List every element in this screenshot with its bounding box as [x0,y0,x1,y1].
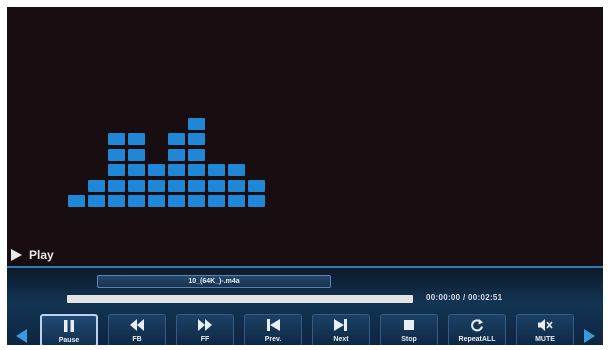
control-panel: 10_(64K_)-.m4a 00:00:00 / 00:02:51 Pause… [7,266,603,345]
visualizer-block [248,195,265,207]
mute-button[interactable]: MUTE [516,314,574,345]
play-status-label: Play [29,248,54,262]
visualizer-block [108,148,125,161]
visualizer-block [168,133,185,145]
visualizer-block [188,179,205,192]
visualizer-block [128,133,145,145]
play-status: Play [11,246,54,264]
next-icon [313,318,369,332]
fast-backward-icon [109,318,165,332]
visualizer-block [148,195,165,207]
media-player: Play 10_(64K_)-.m4a 00:00:00 / 00:02:51 … [7,7,603,345]
visualizer-block [208,164,225,176]
visualizer-block [168,164,185,176]
scroll-right-arrow-icon[interactable] [584,329,595,343]
play-icon [11,249,22,261]
visualizer-block [168,148,185,161]
stop-button[interactable]: Stop [380,314,438,345]
repeat-all-button[interactable]: RepeatALL [448,314,506,345]
previous-icon [245,318,301,332]
visualizer-block [108,164,125,176]
visualizer-block [108,133,125,145]
file-name-label: 10_(64K_)-.m4a [97,275,331,288]
visualizer-block [88,195,105,207]
repeat-icon [449,318,505,332]
previous-button[interactable]: Prev. [244,314,302,345]
visualizer-block [188,164,205,176]
visualizer-block [128,164,145,176]
visualizer-block [68,195,85,207]
visualizer-block [108,179,125,192]
time-display: 00:00:00 / 00:02:51 [426,293,503,302]
fast-backward-button-label: FB [132,336,142,343]
fast-forward-button[interactable]: FF [176,314,234,345]
fast-forward-button-label: FF [200,336,210,343]
visualizer-block [188,148,205,161]
visualizer-block [168,195,185,207]
visualizer-block [188,133,205,145]
pause-icon [42,319,96,333]
visualizer-block [228,195,245,207]
previous-button-label: Prev. [264,336,282,343]
visualizer-block [128,179,145,192]
visualizer-block [188,195,205,207]
scroll-left-arrow-icon[interactable] [16,329,27,343]
visualizer-block [148,164,165,176]
visualizer-block [188,117,205,130]
fast-forward-icon [177,318,233,332]
visualizer-block [128,195,145,207]
fast-backward-button[interactable]: FB [108,314,166,345]
pause-button[interactable]: Pause [40,314,98,345]
audio-visualizer [7,7,603,237]
visualizer-block [208,195,225,207]
visualizer-block [108,195,125,207]
visualizer-block [128,148,145,161]
visualizer-block [208,179,225,192]
next-button-label: Next [333,336,349,343]
repeat-all-button-label: RepeatALL [458,336,496,343]
next-button[interactable]: Next [312,314,370,345]
visualizer-block [168,179,185,192]
stop-icon [381,318,437,332]
progress-bar[interactable] [67,295,413,303]
stop-button-label: Stop [401,336,417,343]
visualizer-block [228,164,245,176]
visualizer-block [228,179,245,192]
pause-button-label: Pause [58,337,80,344]
mute-button-label: MUTE [535,336,555,343]
visualizer-block [148,179,165,192]
mute-icon [517,318,573,332]
visualizer-block [248,179,265,192]
visualizer-block [88,179,105,192]
